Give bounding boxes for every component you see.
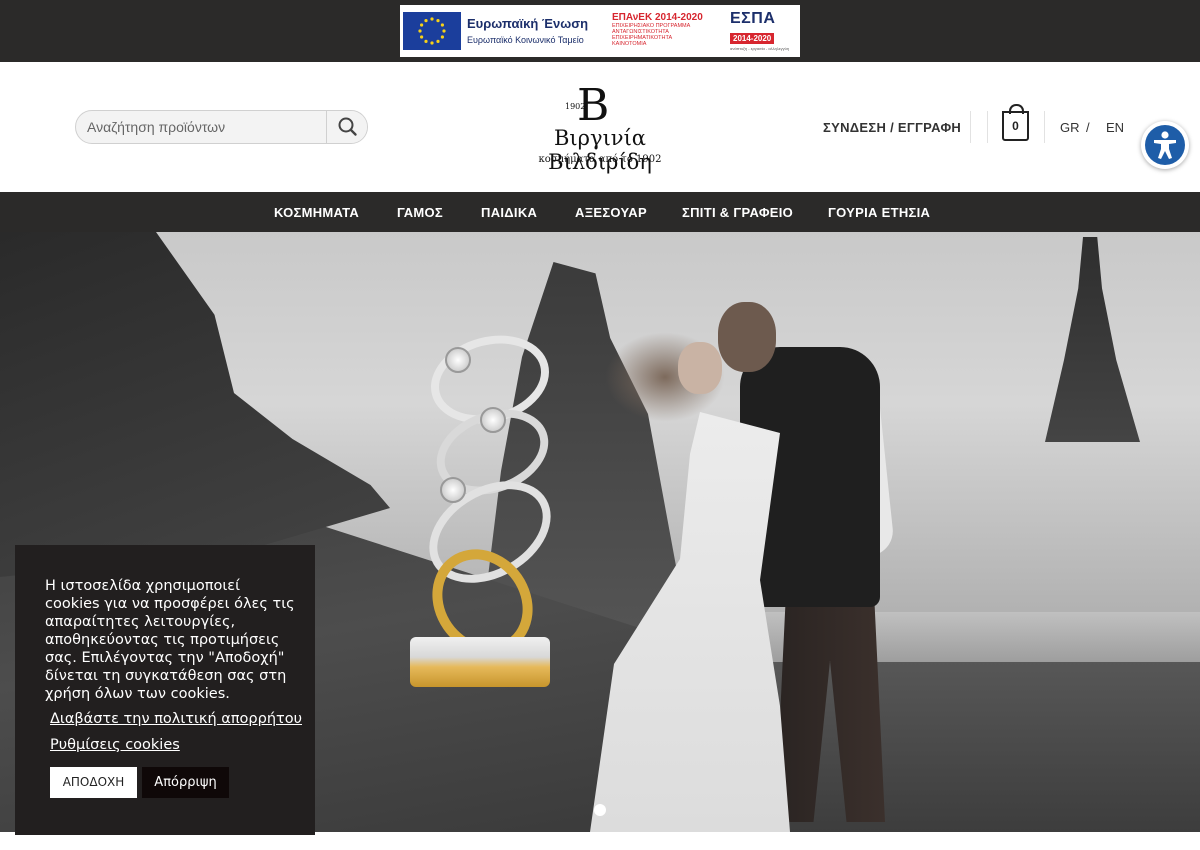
espa-subtitle: ανάπτυξη - εργασία - αλληλεγγύη [730, 46, 790, 51]
lang-gr-link[interactable]: GR [1060, 120, 1080, 135]
cookie-message: Η ιστοσελίδα χρησιμοποιεί cookies για να… [45, 578, 295, 702]
login-register-link[interactable]: ΣΥΝΔΕΣΗ / ΕΓΓΡΑΦΗ [823, 120, 961, 135]
nav-item-accessories[interactable]: ΑΞΕΣΟΥΑΡ [575, 205, 647, 220]
eu-subtitle: Ευρωπαϊκό Κοινωνικό Ταμείο [467, 35, 584, 45]
diamond [480, 407, 506, 433]
eu-title: Ευρωπαϊκή Ένωση [467, 16, 589, 31]
slider-dot[interactable] [594, 804, 606, 816]
search-input[interactable] [76, 111, 328, 143]
ring [410, 637, 550, 687]
site-header: B 1902 Βιργινία Βιλδιρίδη κοσμήματα από … [0, 62, 1200, 192]
couple-image [590, 302, 920, 832]
logo-name: Βιργινία Βιλδιρίδη [548, 126, 652, 174]
accessibility-button[interactable] [1141, 121, 1189, 169]
diamond [440, 477, 466, 503]
epanek-title: ΕΠΑνΕΚ 2014-2020 [612, 12, 703, 23]
search-form [75, 110, 368, 144]
search-icon [338, 117, 357, 136]
nav-item-home-office[interactable]: ΣΠΙΤΙ & ΓΡΑΦΕΙΟ [682, 205, 793, 220]
nav-item-jewelry[interactable]: ΚΟΣΜΗΜΑΤΑ [274, 205, 359, 220]
epanek-logo: ΕΠΑνΕΚ 2014-2020 ΕΠΙΧΕΙΡΗΣΙΑΚΟ ΠΡΟΓΡΑΜΜΑ… [612, 12, 720, 52]
espa-logo: ΕΣΠΑ 2014-2020 ανάπτυξη - εργασία - αλλη… [730, 10, 796, 52]
main-navigation: ΚΟΣΜΗΜΑΤΑ ΓΑΜΟΣ ΠΑΙΔΙΚΑ ΑΞΕΣΟΥΑΡ ΣΠΙΤΙ &… [0, 192, 1200, 232]
divider [1044, 111, 1045, 143]
cookie-settings-link[interactable]: Ρυθμίσεις cookies [50, 737, 180, 753]
divider [987, 111, 988, 143]
nav-item-lucky-charms[interactable]: ΓΟΥΡΙΑ ΕΤΗΣΙΑ [828, 205, 930, 220]
bride-dress [590, 412, 790, 832]
eu-funding-banner[interactable]: Ευρωπαϊκή Ένωση Ευρωπαϊκό Κοινωνικό Ταμε… [400, 5, 800, 57]
bride-head [678, 342, 722, 394]
eu-flag-icon [403, 12, 461, 50]
nav-item-kids[interactable]: ΠΑΙΔΙΚΑ [481, 205, 537, 220]
accessibility-icon [1145, 125, 1185, 165]
accept-cookies-button[interactable]: ΑΠΟΔΟΧΗ [50, 767, 137, 798]
cart-button[interactable]: 0 [1002, 104, 1029, 141]
groom-head [718, 302, 776, 372]
lang-en-link[interactable]: EN [1106, 120, 1124, 135]
privacy-policy-link[interactable]: Διαβάστε την πολιτική απορρήτου [50, 711, 302, 727]
nav-item-wedding[interactable]: ΓΑΜΟΣ [397, 205, 443, 220]
espa-years: 2014-2020 [730, 33, 775, 44]
groom-legs [775, 592, 885, 822]
divider [970, 111, 971, 143]
logo-year: 1902 [565, 102, 586, 111]
reject-cookies-button[interactable]: Απόρριψη [142, 767, 229, 798]
rings-image [400, 322, 569, 697]
cookie-consent-box: Η ιστοσελίδα χρησιμοποιεί cookies για να… [15, 545, 315, 835]
espa-title: ΕΣΠΑ [730, 10, 776, 27]
search-button[interactable] [326, 111, 367, 143]
logo-tagline: κοσμήματα από το 1902 [538, 154, 662, 165]
epanek-line: ΚΑΙΝΟΤΟΜΙΑ [612, 41, 647, 47]
site-logo[interactable]: B 1902 Βιργινία Βιλδιρίδη κοσμήματα από … [505, 82, 695, 175]
diamond [445, 347, 471, 373]
lang-separator: / [1086, 120, 1090, 135]
top-banner-bar: Ευρωπαϊκή Ένωση Ευρωπαϊκό Κοινωνικό Ταμε… [0, 0, 1200, 62]
